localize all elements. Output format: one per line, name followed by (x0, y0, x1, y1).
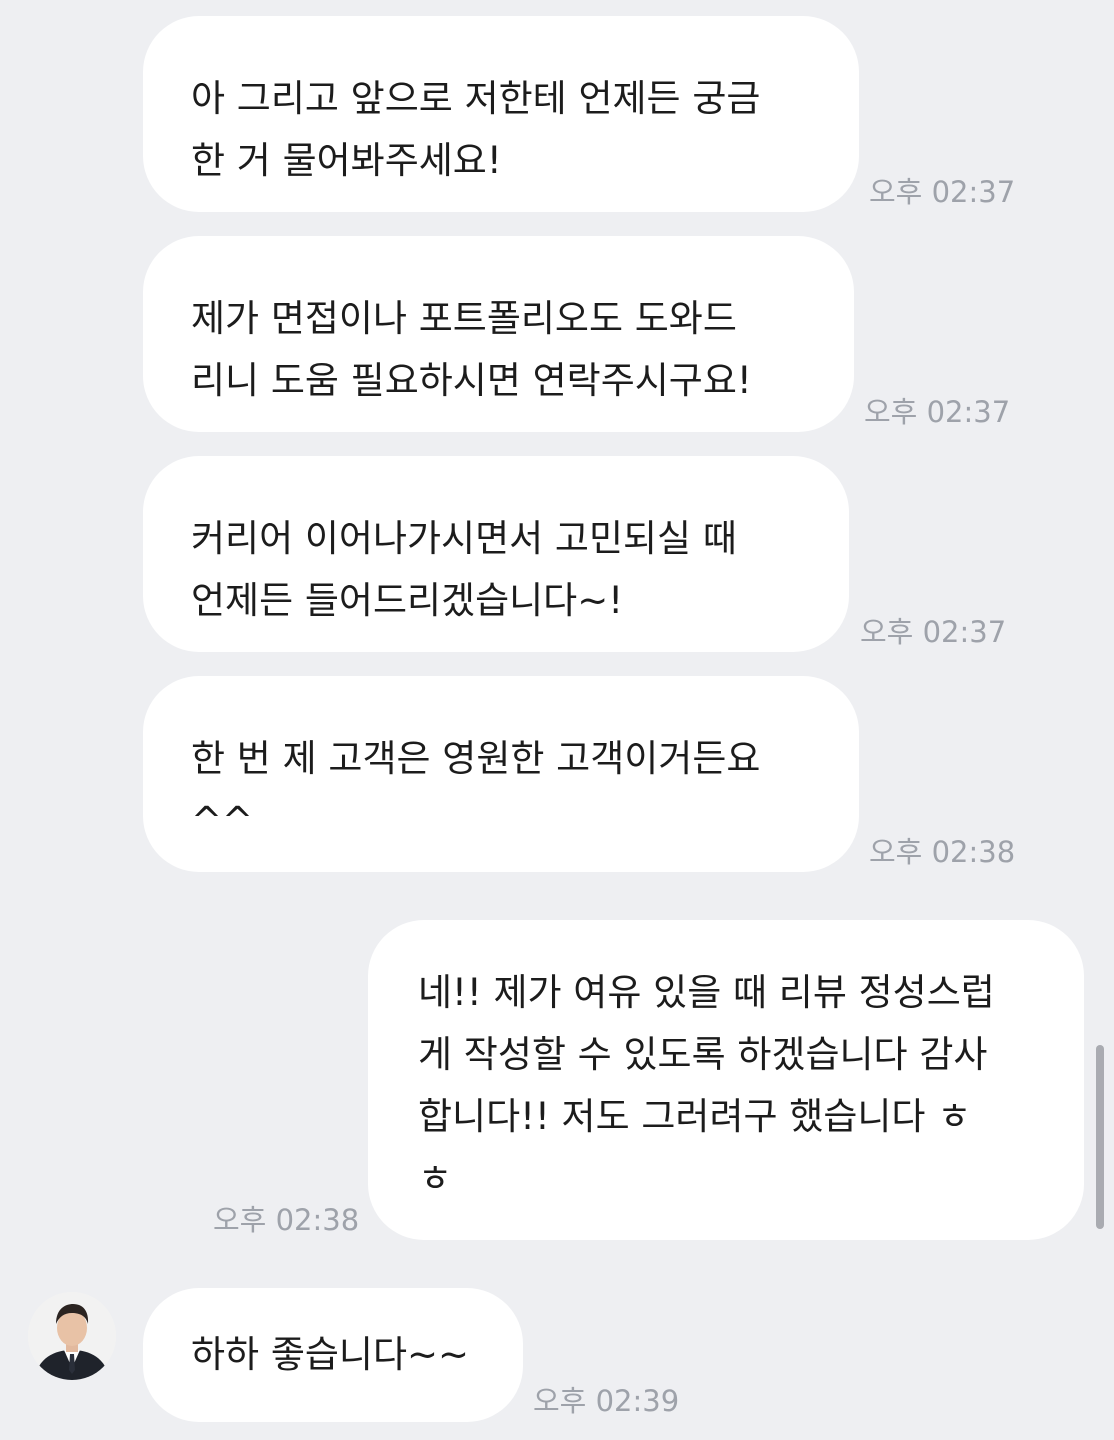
message-bubble[interactable]: 한 번 제 고객은 영원한 고객이거든요 ^^ (143, 676, 859, 872)
message-bubble[interactable]: 제가 면접이나 포트폴리오도 도와드 리니 도움 필요하시면 연락주시구요! (143, 236, 854, 432)
message-bubble[interactable]: 아 그리고 앞으로 저한테 언제든 궁금 한 거 물어봐주세요! (143, 16, 859, 212)
message-text: 언제든 들어드리겠습니다~! (191, 579, 624, 622)
message-bubble[interactable]: 하하 좋습니다~~ (143, 1288, 523, 1422)
message-timestamp: 오후 02:37 (860, 615, 1007, 649)
message-timestamp: 오후 02:37 (864, 395, 1011, 429)
message-text: 한 거 물어봐주세요! (191, 139, 502, 182)
message-timestamp: 오후 02:39 (533, 1384, 680, 1418)
message-text: 한 번 제 고객은 영원한 고객이거든요 (191, 737, 761, 780)
message-text: ^^ (191, 799, 254, 842)
message-text: 제가 면접이나 포트폴리오도 도와드 (191, 297, 737, 340)
message-text: 커리어 이어나가시면서 고민되실 때 (191, 517, 737, 560)
profile-avatar[interactable] (28, 1292, 116, 1380)
message-bubble-sent[interactable]: 네!! 제가 여유 있을 때 리뷰 정성스럽 게 작성할 수 있도록 하겠습니다… (368, 920, 1084, 1240)
message-timestamp: 오후 02:37 (869, 175, 1016, 209)
message-timestamp: 오후 02:38 (869, 835, 1016, 869)
profile-photo-avatar-icon (28, 1292, 116, 1380)
message-text: 리니 도움 필요하시면 연락주시구요! (191, 359, 752, 402)
message-text: 아 그리고 앞으로 저한테 언제든 궁금 (191, 77, 761, 120)
message-text: 하하 좋습니다~~ (191, 1333, 470, 1376)
message-text: 네!! 제가 여유 있을 때 리뷰 정성스럽 (418, 971, 995, 1014)
message-text: ㅎ (418, 1157, 453, 1200)
message-timestamp: 오후 02:38 (213, 1203, 360, 1237)
message-bubble[interactable]: 커리어 이어나가시면서 고민되실 때 언제든 들어드리겠습니다~! (143, 456, 849, 652)
scrollbar-thumb[interactable] (1096, 1045, 1104, 1229)
message-text: 게 작성할 수 있도록 하겠습니다 감사 (418, 1033, 988, 1076)
message-text: 합니다!! 저도 그러려구 했습니다 ㅎ (418, 1095, 972, 1138)
